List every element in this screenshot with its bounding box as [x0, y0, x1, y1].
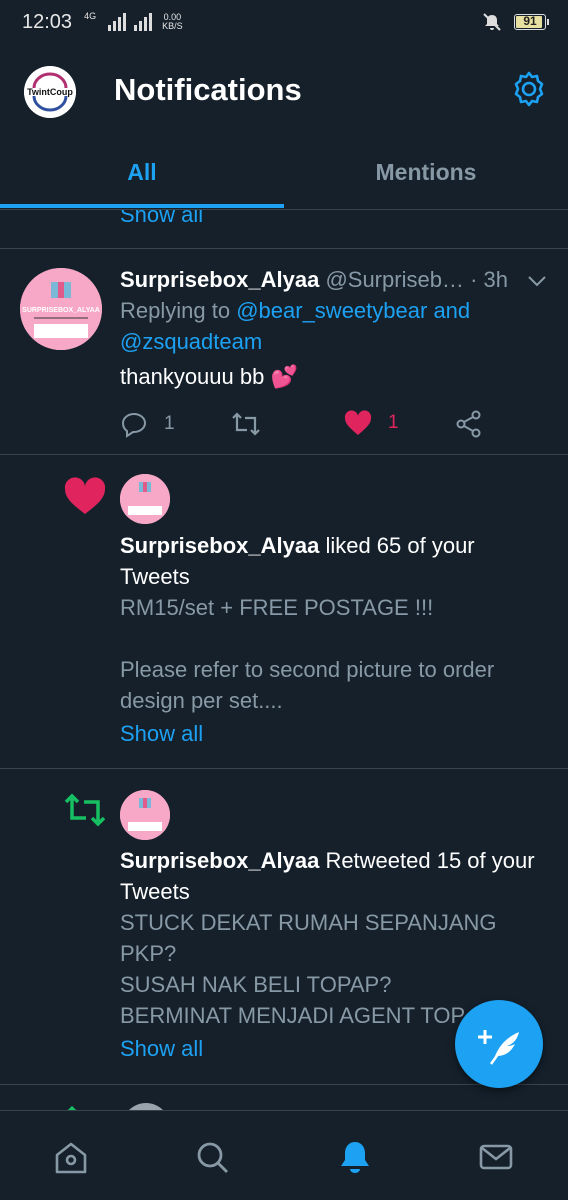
avatar[interactable]: [120, 474, 170, 524]
reply-button[interactable]: 1: [120, 410, 175, 438]
search-icon[interactable]: [194, 1139, 230, 1175]
avatar-text: SURPRISEBOX_ALYAA: [22, 307, 100, 314]
like-button[interactable]: 1: [344, 410, 399, 436]
divider: [0, 248, 568, 249]
show-all-link[interactable]: Show all: [120, 718, 550, 749]
bottom-navigation: [0, 1110, 568, 1200]
avatar[interactable]: SURPRISEBOX_ALYAA: [20, 268, 102, 350]
notification-action: Retweeted 15 of your: [325, 848, 535, 873]
like-count: 1: [388, 412, 399, 433]
tweet-preview: Please refer to second picture to order: [120, 657, 495, 682]
tweet-preview: RM15/set + FREE POSTAGE !!!: [120, 595, 434, 620]
replying-prefix: Replying to: [120, 298, 231, 323]
divider: [0, 454, 568, 455]
home-icon[interactable]: [53, 1139, 89, 1175]
logo-text: TwintCoup: [27, 87, 73, 97]
share-icon: [456, 410, 481, 438]
notifications-list[interactable]: Show all SURPRISEBOX_ALYAA Surprisebox_A…: [0, 210, 568, 1110]
tab-bar: All Mentions: [0, 136, 568, 210]
notification-author[interactable]: Surprisebox_Alyaa: [120, 533, 319, 558]
divider: [0, 768, 568, 769]
notification-text: Surprisebox_Alyaa liked 65 of your Tweet…: [120, 530, 550, 749]
header: TwintCoup Notifications: [0, 44, 568, 136]
battery-level: 91: [523, 14, 537, 28]
compose-button[interactable]: [455, 1000, 543, 1088]
tweet-time: · 3h: [470, 267, 508, 292]
tweet-author-handle: @Surpriseb…: [325, 267, 464, 292]
heart-icon: [344, 410, 372, 435]
avatar[interactable]: [122, 1103, 170, 1110]
retweet-button[interactable]: [230, 410, 262, 438]
compose-icon: [478, 1030, 519, 1065]
reply-count: 1: [164, 413, 175, 434]
network-label: 4G: [84, 11, 97, 21]
tweet-preview: SUSAH NAK BELI TOPAP?: [120, 972, 392, 997]
mail-icon[interactable]: [478, 1139, 514, 1175]
notification-action-2: Tweets: [120, 564, 190, 589]
mention-link[interactable]: @zsquadteam: [120, 329, 262, 354]
notification-author[interactable]: Surprisebox_Alyaa: [120, 848, 319, 873]
signal-icon: [108, 13, 127, 31]
notification-action-2: Tweets: [120, 879, 190, 904]
status-bar: 12:03 4G 0.00 KB/S 91: [0, 0, 568, 44]
avatar[interactable]: [120, 790, 170, 840]
tweet-preview: STUCK DEKAT RUMAH SEPANJANG: [120, 910, 497, 935]
speed-unit: KB/S: [162, 21, 183, 31]
tweet-actions: 1 1: [120, 410, 500, 440]
heart-icon: [64, 477, 106, 514]
tab-all[interactable]: All: [0, 136, 284, 208]
share-button[interactable]: [456, 410, 482, 438]
tweet-preview: design per set....: [120, 688, 283, 713]
bell-icon[interactable]: [337, 1139, 373, 1175]
network-speed: 0.00 KB/S: [162, 13, 183, 31]
show-all-link[interactable]: Show all: [120, 210, 203, 228]
mute-icon: [483, 13, 501, 31]
retweet-icon: [232, 412, 260, 436]
chevron-down-icon[interactable]: [526, 270, 548, 292]
reply-icon: [121, 412, 147, 438]
replying-and: and: [433, 298, 471, 323]
status-time: 12:03: [22, 10, 73, 33]
active-tab-indicator: [0, 204, 284, 208]
tweet-text: thankyouuu bb 💕: [120, 364, 298, 389]
tab-mentions[interactable]: Mentions: [284, 136, 568, 208]
app-logo[interactable]: TwintCoup: [24, 66, 76, 118]
tweet-body: Surprisebox_Alyaa @Surpriseb… · 3h Reply…: [120, 264, 550, 392]
tweet-preview: PKP?: [120, 941, 177, 966]
gear-icon[interactable]: [510, 70, 548, 108]
mention-link[interactable]: @bear_sweetybear: [236, 298, 427, 323]
notification-action: liked 65 of your: [325, 533, 475, 558]
signal-icon-2: [134, 13, 153, 31]
tweet-author-name[interactable]: Surprisebox_Alyaa: [120, 267, 319, 292]
page-title: Notifications: [114, 72, 302, 107]
retweet-icon: [64, 793, 106, 827]
battery-icon: 91: [514, 14, 549, 30]
